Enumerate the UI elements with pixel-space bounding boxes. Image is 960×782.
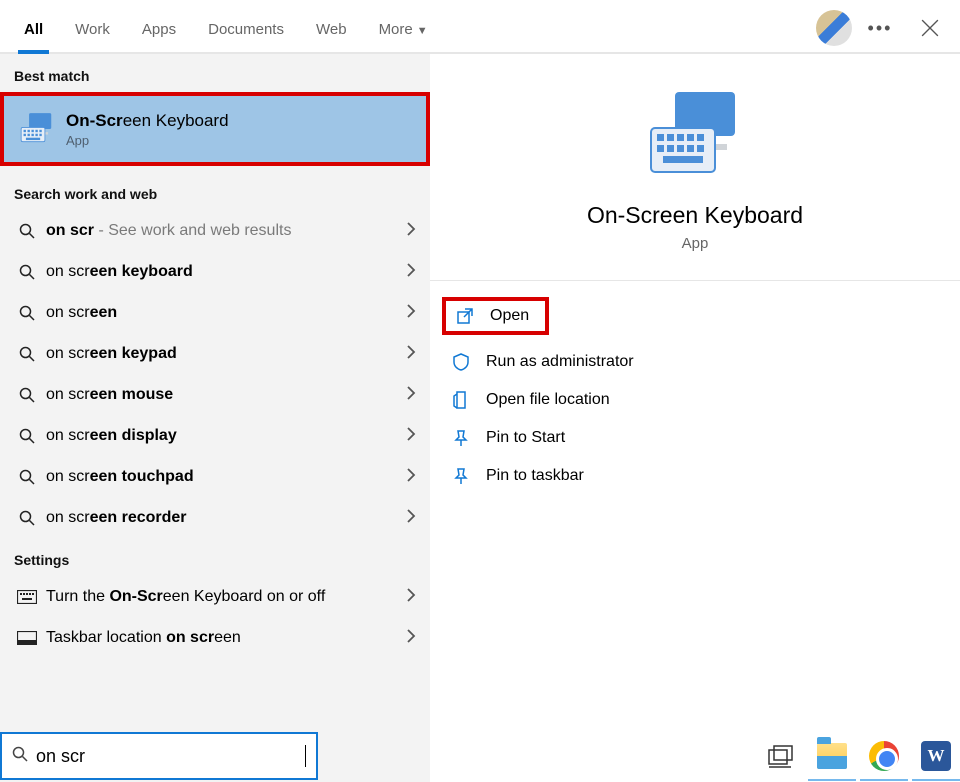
web-result[interactable]: on screen recorder: [0, 497, 430, 538]
search-input[interactable]: [36, 746, 304, 767]
pin-taskbar-action[interactable]: Pin to taskbar: [430, 457, 960, 495]
open-action[interactable]: Open: [442, 297, 549, 335]
run-admin-action[interactable]: Run as administrator: [430, 343, 960, 381]
run-admin-label: Run as administrator: [486, 353, 634, 371]
search-icon: [12, 746, 28, 767]
web-result[interactable]: on screen: [0, 292, 430, 333]
shield-icon: [450, 353, 472, 371]
options-button[interactable]: •••: [858, 6, 902, 50]
settings-result[interactable]: Taskbar location on screen: [0, 617, 430, 658]
result-label: Turn the On-Screen Keyboard on or off: [40, 588, 407, 606]
search-icon: [14, 346, 40, 362]
result-label: on screen touchpad: [40, 468, 407, 486]
folder-icon: [450, 391, 472, 409]
search-icon: [14, 469, 40, 485]
results-panel: Best match On-Screen Keyboard App Search…: [0, 54, 430, 782]
search-box[interactable]: [0, 732, 318, 780]
chevron-right-icon: [407, 466, 416, 487]
text-cursor: [305, 745, 306, 767]
user-avatar[interactable]: [816, 10, 852, 46]
result-label: Taskbar location on screen: [40, 629, 407, 647]
web-result[interactable]: on scr - See work and web results: [0, 210, 430, 251]
on-screen-keyboard-icon: [18, 110, 56, 148]
tab-apps[interactable]: Apps: [126, 7, 192, 52]
tab-work[interactable]: Work: [59, 7, 126, 52]
task-view-button[interactable]: [756, 733, 804, 781]
search-icon: [14, 223, 40, 239]
result-label: on screen keypad: [40, 345, 407, 363]
pin-start-action[interactable]: Pin to Start: [430, 419, 960, 457]
chevron-right-icon: [407, 507, 416, 528]
result-label: on screen mouse: [40, 386, 407, 404]
tab-all[interactable]: All: [8, 7, 59, 52]
pin-start-label: Pin to Start: [486, 429, 565, 447]
open-file-location-action[interactable]: Open file location: [430, 381, 960, 419]
word-icon: W: [921, 741, 951, 771]
open-icon: [454, 307, 476, 325]
search-icon: [14, 305, 40, 321]
web-result[interactable]: on screen keyboard: [0, 251, 430, 292]
result-label: on screen: [40, 304, 407, 322]
search-icon: [14, 264, 40, 280]
chrome-button[interactable]: [860, 733, 908, 781]
open-label: Open: [490, 307, 529, 325]
search-tabs: All Work Apps Documents Web More▼ •••: [0, 0, 960, 54]
ellipsis-icon: •••: [868, 18, 893, 39]
chevron-right-icon: [407, 302, 416, 323]
tab-web[interactable]: Web: [300, 7, 363, 52]
search-icon: [14, 428, 40, 444]
web-result[interactable]: on screen mouse: [0, 374, 430, 415]
detail-subtitle: App: [682, 235, 709, 252]
pin-icon: [450, 429, 472, 447]
pin-icon: [450, 467, 472, 485]
chevron-right-icon: [407, 343, 416, 364]
web-result[interactable]: on screen display: [0, 415, 430, 456]
detail-title: On-Screen Keyboard: [587, 202, 803, 229]
keyboard-icon: [14, 590, 40, 604]
chrome-icon: [869, 741, 899, 771]
result-label: on scr - See work and web results: [40, 222, 407, 240]
chevron-right-icon: [407, 261, 416, 282]
file-location-label: Open file location: [486, 391, 610, 409]
task-view-icon: [767, 744, 793, 770]
on-screen-keyboard-large-icon: [647, 88, 743, 184]
best-match-subtitle: App: [66, 133, 229, 148]
chevron-right-icon: [407, 627, 416, 648]
word-button[interactable]: W: [912, 733, 960, 781]
taskbar-icon: [14, 631, 40, 645]
chevron-right-icon: [407, 586, 416, 607]
tab-more[interactable]: More▼: [363, 7, 444, 52]
taskbar: W: [748, 732, 960, 782]
search-icon: [14, 510, 40, 526]
result-label: on screen keyboard: [40, 263, 407, 281]
best-match-label: Best match: [0, 54, 430, 92]
detail-panel: On-Screen Keyboard App Open Run as admin…: [430, 54, 960, 782]
web-result[interactable]: on screen keypad: [0, 333, 430, 374]
chevron-right-icon: [407, 220, 416, 241]
web-result[interactable]: on screen touchpad: [0, 456, 430, 497]
settings-result[interactable]: Turn the On-Screen Keyboard on or off: [0, 576, 430, 617]
file-explorer-icon: [817, 743, 847, 769]
close-icon: [921, 19, 939, 37]
settings-label: Settings: [0, 538, 430, 576]
best-match-result[interactable]: On-Screen Keyboard App: [0, 92, 430, 166]
chevron-down-icon: ▼: [417, 25, 428, 37]
chevron-right-icon: [407, 384, 416, 405]
result-label: on screen recorder: [40, 509, 407, 527]
file-explorer-button[interactable]: [808, 733, 856, 781]
pin-taskbar-label: Pin to taskbar: [486, 467, 584, 485]
chevron-right-icon: [407, 425, 416, 446]
best-match-title: On-Screen Keyboard: [66, 111, 229, 131]
search-web-label: Search work and web: [0, 172, 430, 210]
close-button[interactable]: [908, 6, 952, 50]
result-label: on screen display: [40, 427, 407, 445]
tab-documents[interactable]: Documents: [192, 7, 300, 52]
search-icon: [14, 387, 40, 403]
